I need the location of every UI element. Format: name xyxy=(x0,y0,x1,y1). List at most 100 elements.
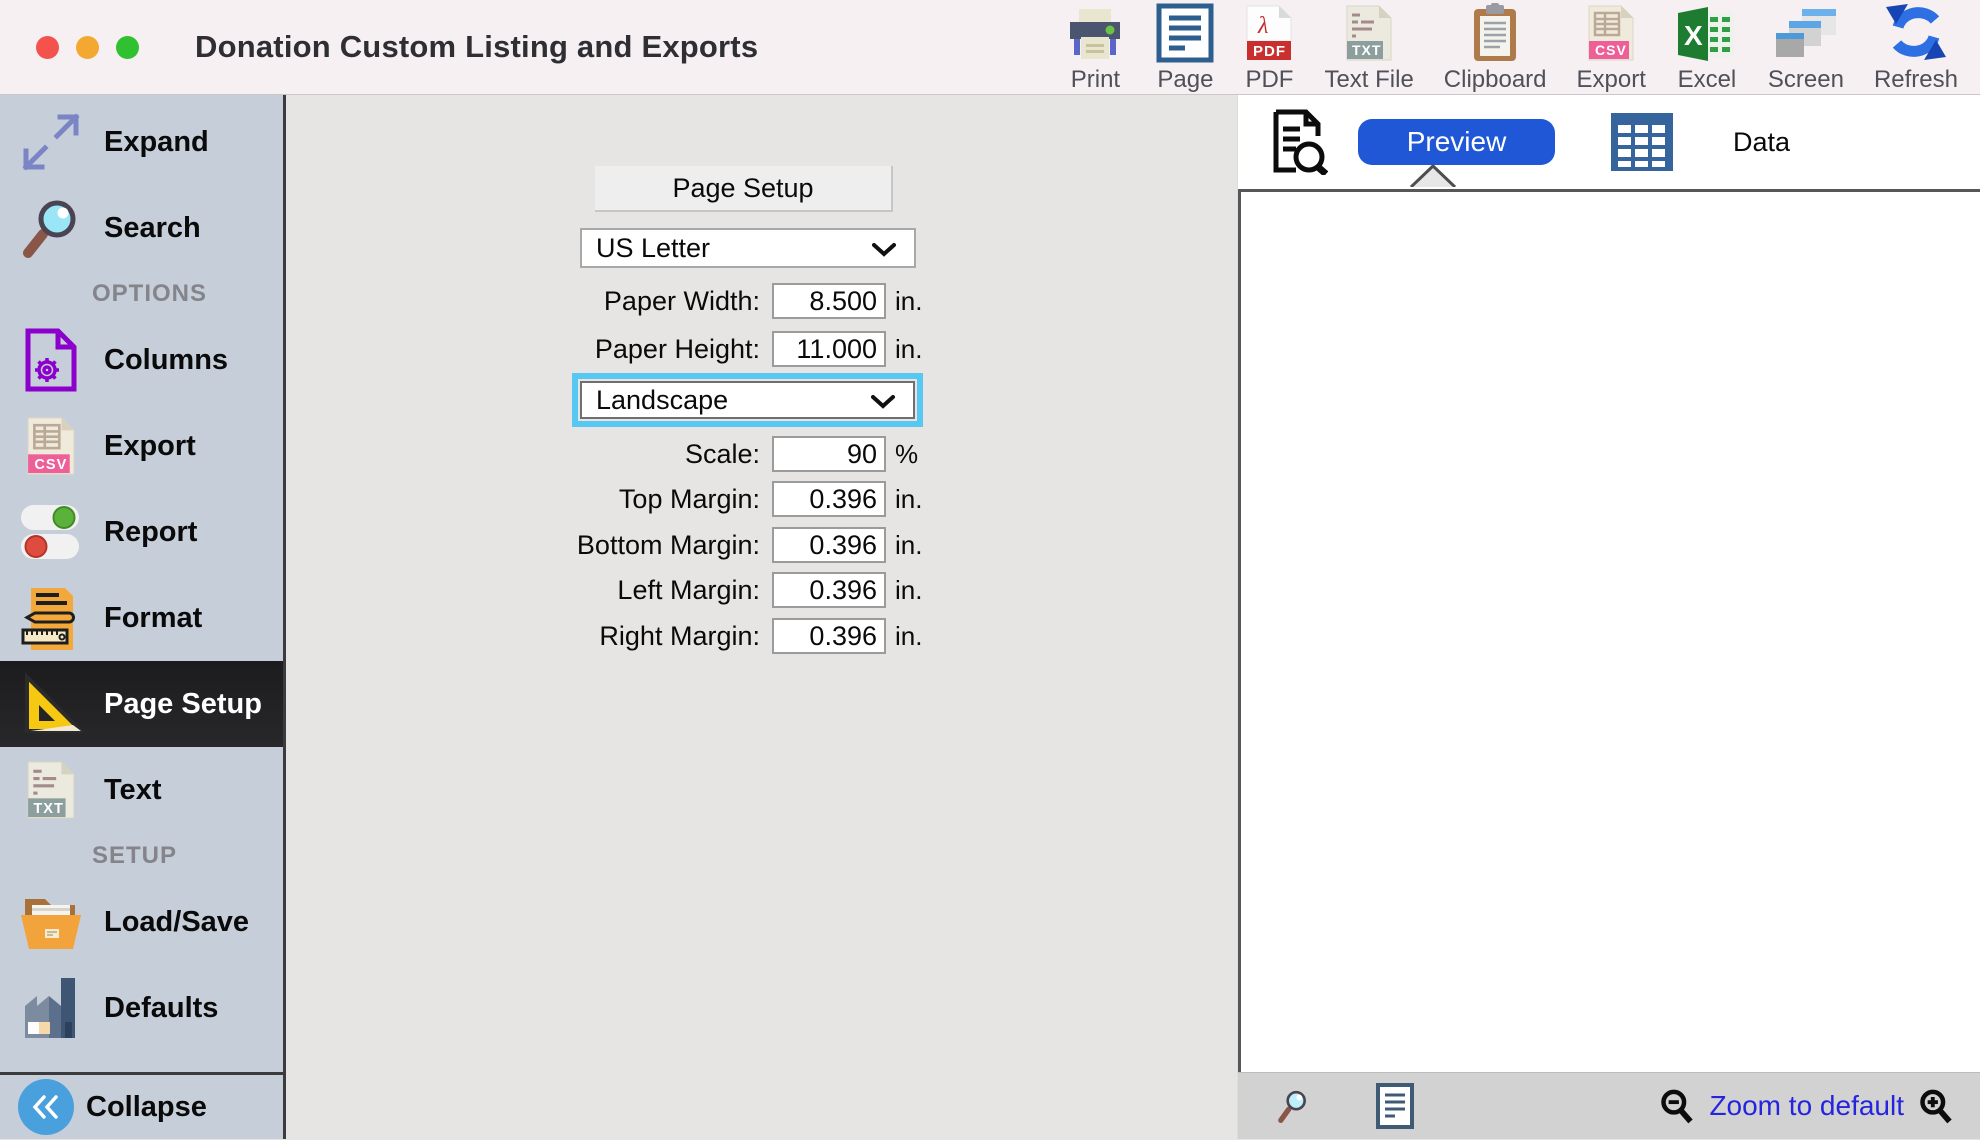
sidebar-item-label: Report xyxy=(104,516,197,549)
excel-button[interactable]: X Excel xyxy=(1676,1,1738,94)
sidebar-item-expand[interactable]: Expand xyxy=(0,99,283,185)
toolbar-label: Screen xyxy=(1768,66,1844,94)
toolbar-label: Refresh xyxy=(1874,66,1958,94)
chevron-down-icon xyxy=(872,233,896,264)
sidebar-item-label: Expand xyxy=(104,126,209,159)
excel-icon: X xyxy=(1676,1,1738,63)
sidebar-item-label: Defaults xyxy=(104,992,218,1025)
field-label: Right Margin: xyxy=(286,621,760,652)
sidebar-spacer xyxy=(0,1051,283,1072)
txt-file-icon: TXT xyxy=(1344,1,1394,63)
field-row-paper-height: Paper Height: in. xyxy=(286,330,986,368)
report-toggles-icon xyxy=(10,502,92,562)
csv-badge-text: CSV xyxy=(1595,42,1627,58)
txt-badge-text: TXT xyxy=(1352,42,1381,58)
window-title: Donation Custom Listing and Exports xyxy=(195,29,758,65)
field-label: Left Margin: xyxy=(286,575,760,606)
paper-width-input[interactable] xyxy=(772,283,886,319)
page-setup-panel: Page Setup US Letter Paper Width: in. Pa… xyxy=(286,95,1237,1139)
field-row-left-margin: Left Margin: in. xyxy=(286,571,986,609)
pdf-file-icon: λPDF xyxy=(1244,1,1294,63)
format-ruler-pencil-icon xyxy=(10,586,92,650)
minimize-window-button[interactable] xyxy=(76,36,99,59)
zoom-controls: Zoom to default xyxy=(1659,1087,1954,1125)
page-icon xyxy=(1156,1,1214,63)
close-window-button[interactable] xyxy=(36,36,59,59)
text-file-button[interactable]: TXT Text File xyxy=(1324,1,1413,94)
sidebar-item-page-setup[interactable]: Page Setup xyxy=(0,661,283,747)
svg-text:CSV: CSV xyxy=(34,457,67,473)
right-margin-input[interactable] xyxy=(772,618,886,654)
orientation-value: Landscape xyxy=(596,385,728,416)
magnifier-icon[interactable] xyxy=(1276,1088,1310,1124)
page-button[interactable]: Page xyxy=(1156,1,1214,94)
toolbar-label: Export xyxy=(1577,66,1646,94)
sidebar-item-text[interactable]: TXT Text xyxy=(0,747,283,833)
field-unit: in. xyxy=(895,575,922,606)
active-tab-caret xyxy=(1410,163,1456,192)
pdf-badge-text: PDF xyxy=(1253,43,1286,60)
sidebar-item-label: Format xyxy=(104,602,202,635)
field-unit: in. xyxy=(895,530,922,561)
data-table-icon[interactable] xyxy=(1611,113,1673,171)
paper-height-input[interactable] xyxy=(772,331,886,367)
document-lines-icon[interactable] xyxy=(1376,1083,1414,1129)
svg-text:TXT: TXT xyxy=(33,801,64,817)
refresh-button[interactable]: Refresh xyxy=(1874,1,1958,94)
zoom-window-button[interactable] xyxy=(116,36,139,59)
csv-file-icon: CSV xyxy=(1586,1,1636,63)
sidebar-section-setup: SETUP xyxy=(0,833,283,879)
sidebar-item-report[interactable]: Report xyxy=(0,489,283,575)
screen-windows-icon xyxy=(1774,1,1838,63)
sidebar-item-columns[interactable]: Columns xyxy=(0,317,283,403)
toolbar-label: Excel xyxy=(1678,66,1737,94)
sidebar-item-label: Text xyxy=(104,774,161,807)
zoom-in-icon[interactable] xyxy=(1918,1087,1954,1125)
toolbar-label: PDF xyxy=(1245,66,1293,94)
field-row-top-margin: Top Margin: in. xyxy=(286,480,986,518)
toolbar: Print Page λPDF PDF TXT Text File Clipbo… xyxy=(1064,1,1958,94)
sidebar-item-load-save[interactable]: Load/Save xyxy=(0,879,283,965)
sidebar-item-export[interactable]: CSV Export xyxy=(0,403,283,489)
preview-tab-bar: Preview Data xyxy=(1238,95,1980,189)
expand-arrows-icon xyxy=(10,110,92,174)
preview-canvas[interactable] xyxy=(1238,189,1980,1072)
field-label: Paper Height: xyxy=(286,334,760,365)
sidebar-item-format[interactable]: Format xyxy=(0,575,283,661)
orientation-select[interactable]: Landscape xyxy=(580,381,915,419)
zoom-to-default-link[interactable]: Zoom to default xyxy=(1709,1090,1904,1122)
field-row-bottom-margin: Bottom Margin: in. xyxy=(286,526,986,564)
sidebar-item-label: Page Setup xyxy=(104,688,262,721)
columns-document-gear-icon xyxy=(10,328,92,392)
sidebar-item-collapse[interactable]: Collapse xyxy=(0,1075,283,1139)
field-label: Bottom Margin: xyxy=(286,530,760,561)
screen-button[interactable]: Screen xyxy=(1768,1,1844,94)
title-bar: Donation Custom Listing and Exports Prin… xyxy=(0,0,1980,95)
pdf-button[interactable]: λPDF PDF xyxy=(1244,1,1294,94)
toolbar-label: Print xyxy=(1071,66,1120,94)
excel-x-text: X xyxy=(1684,20,1703,51)
sidebar-item-search[interactable]: Search xyxy=(0,185,283,271)
printer-icon xyxy=(1064,1,1126,63)
clipboard-button[interactable]: Clipboard xyxy=(1444,1,1547,94)
search-icon xyxy=(10,196,92,260)
left-margin-input[interactable] xyxy=(772,572,886,608)
print-preview-icon[interactable] xyxy=(1270,109,1328,175)
top-margin-input[interactable] xyxy=(772,481,886,517)
tab-data[interactable]: Data xyxy=(1733,127,1790,158)
print-button[interactable]: Print xyxy=(1064,1,1126,94)
paper-size-select[interactable]: US Letter xyxy=(580,228,916,268)
set-square-icon xyxy=(10,672,92,736)
export-csv-button[interactable]: CSV Export xyxy=(1577,1,1646,94)
toolbar-label: Page xyxy=(1157,66,1213,94)
preview-footer-bar: Zoom to default xyxy=(1238,1072,1980,1139)
scale-input[interactable] xyxy=(772,436,886,472)
bottom-margin-input[interactable] xyxy=(772,527,886,563)
zoom-out-icon[interactable] xyxy=(1659,1087,1695,1125)
chevron-down-icon xyxy=(871,385,895,416)
factory-icon xyxy=(10,976,92,1040)
tab-preview[interactable]: Preview xyxy=(1358,119,1555,165)
field-unit: in. xyxy=(895,286,922,317)
csv-file-icon: CSV xyxy=(10,414,92,478)
sidebar-item-defaults[interactable]: Defaults xyxy=(0,965,283,1051)
